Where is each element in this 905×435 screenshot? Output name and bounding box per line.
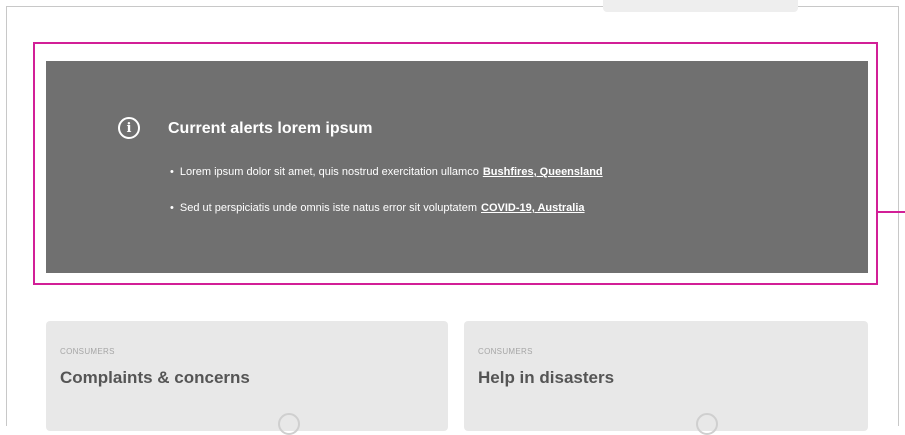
annotation-highlight-box — [33, 42, 878, 285]
annotation-connector-line — [877, 211, 905, 213]
card-title: Help in disasters — [478, 368, 615, 387]
card-title: Complaints & concerns — [60, 368, 250, 387]
arrow-circle-icon[interactable] — [696, 413, 718, 435]
top-search-bar[interactable] — [603, 0, 798, 12]
arrow-circle-icon[interactable] — [278, 413, 300, 435]
card-disasters[interactable]: CONSUMERS Help in disasters — [464, 321, 868, 435]
card-eyebrow: CONSUMERS — [60, 347, 115, 356]
card-eyebrow: CONSUMERS — [478, 347, 533, 356]
card-complaints[interactable]: CONSUMERS Complaints & concerns — [46, 321, 448, 435]
